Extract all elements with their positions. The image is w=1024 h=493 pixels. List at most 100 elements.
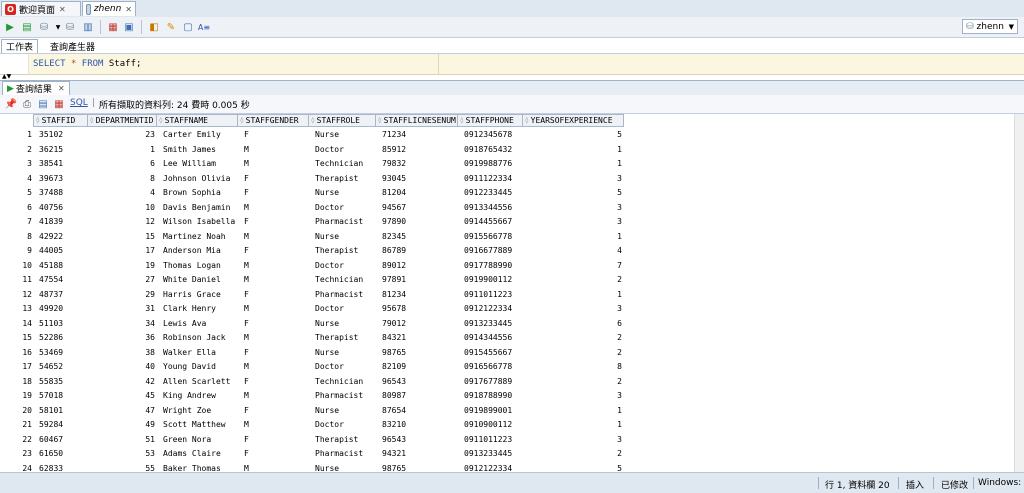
cell-departmentid[interactable]: 45: [92, 389, 157, 404]
close-icon[interactable]: ✕: [58, 84, 65, 93]
row-number[interactable]: 18: [0, 375, 34, 390]
cell-staffphone[interactable]: 0912122334: [462, 302, 523, 317]
cell-staffid[interactable]: 60467: [37, 433, 88, 448]
cell-stafflicnesenum[interactable]: 84321: [380, 331, 458, 346]
row-number[interactable]: 3: [0, 157, 34, 172]
cell-staffrole[interactable]: Pharmacist: [313, 389, 376, 404]
cell-staffphone[interactable]: 0911122334: [462, 172, 523, 187]
column-header-stafflicnesenum[interactable]: ◊ STAFFLICNESENUM: [376, 114, 458, 127]
cell-staffrole[interactable]: Nurse: [313, 186, 376, 201]
cell-yearsofexperience[interactable]: 3: [527, 389, 624, 404]
cell-staffname[interactable]: Baker Thomas: [161, 462, 238, 473]
row-number[interactable]: 15: [0, 331, 34, 346]
cell-departmentid[interactable]: 1: [92, 143, 157, 158]
cell-staffid[interactable]: 36215: [37, 143, 88, 158]
row-number[interactable]: 6: [0, 201, 34, 216]
column-header-yearsofexperience[interactable]: ◊ YEARSOFEXPERIENCE: [523, 114, 624, 127]
cell-staffrole[interactable]: Doctor: [313, 201, 376, 216]
cell-stafflicnesenum[interactable]: 95678: [380, 302, 458, 317]
cell-staffname[interactable]: Harris Grace: [161, 288, 238, 303]
cell-stafflicnesenum[interactable]: 98765: [380, 346, 458, 361]
cell-stafflicnesenum[interactable]: 94567: [380, 201, 458, 216]
cell-staffphone[interactable]: 0914344556: [462, 331, 523, 346]
cell-stafflicnesenum[interactable]: 81234: [380, 288, 458, 303]
connection-select[interactable]: ⛁ zhenn ▼: [962, 19, 1018, 34]
cell-yearsofexperience[interactable]: 3: [527, 215, 624, 230]
cell-departmentid[interactable]: 40: [92, 360, 157, 375]
cell-yearsofexperience[interactable]: 6: [527, 317, 624, 332]
cell-staffrole[interactable]: Technician: [313, 273, 376, 288]
cell-staffrole[interactable]: Doctor: [313, 360, 376, 375]
cell-stafflicnesenum[interactable]: 80987: [380, 389, 458, 404]
cell-staffgender[interactable]: F: [242, 375, 309, 390]
cell-staffname[interactable]: Smith James: [161, 143, 238, 158]
column-header-staffid[interactable]: ◊ STAFFID: [33, 114, 88, 127]
cell-staffid[interactable]: 54652: [37, 360, 88, 375]
cell-staffgender[interactable]: F: [242, 186, 309, 201]
cell-staffrole[interactable]: Nurse: [313, 230, 376, 245]
cell-staffrole[interactable]: Therapist: [313, 172, 376, 187]
cell-staffid[interactable]: 58101: [37, 404, 88, 419]
column-header-staffphone[interactable]: ◊ STAFFPHONE: [458, 114, 523, 127]
cell-yearsofexperience[interactable]: 5: [527, 186, 624, 201]
cell-staffphone[interactable]: 0916566778: [462, 360, 523, 375]
cell-departmentid[interactable]: 49: [92, 418, 157, 433]
cell-staffphone[interactable]: 0913233445: [462, 317, 523, 332]
cell-staffphone[interactable]: 0912233445: [462, 186, 523, 201]
cell-yearsofexperience[interactable]: 2: [527, 273, 624, 288]
row-number[interactable]: 9: [0, 244, 34, 259]
cell-staffgender[interactable]: M: [242, 273, 309, 288]
cell-departmentid[interactable]: 47: [92, 404, 157, 419]
cell-yearsofexperience[interactable]: 7: [527, 259, 624, 274]
cell-departmentid[interactable]: 17: [92, 244, 157, 259]
run-script-icon[interactable]: ▤: [20, 20, 34, 34]
row-number[interactable]: 11: [0, 273, 34, 288]
cell-staffid[interactable]: 37488: [37, 186, 88, 201]
column-header-staffrole[interactable]: ◊ STAFFROLE: [309, 114, 376, 127]
cell-staffname[interactable]: Lewis Ava: [161, 317, 238, 332]
row-number[interactable]: 22: [0, 433, 34, 448]
cell-staffrole[interactable]: Pharmacist: [313, 447, 376, 462]
cell-yearsofexperience[interactable]: 3: [527, 201, 624, 216]
cell-yearsofexperience[interactable]: 5: [527, 128, 624, 143]
cell-staffname[interactable]: Brown Sophia: [161, 186, 238, 201]
cell-yearsofexperience[interactable]: 3: [527, 302, 624, 317]
run-statement-icon[interactable]: ▶: [3, 20, 17, 34]
cell-staffgender[interactable]: M: [242, 230, 309, 245]
refresh-icon[interactable]: ▤: [36, 97, 50, 111]
cell-departmentid[interactable]: 53: [92, 447, 157, 462]
cell-stafflicnesenum[interactable]: 87654: [380, 404, 458, 419]
cell-stafflicnesenum[interactable]: 79832: [380, 157, 458, 172]
row-number[interactable]: 17: [0, 360, 34, 375]
cell-departmentid[interactable]: 38: [92, 346, 157, 361]
row-number[interactable]: 23: [0, 447, 34, 462]
cell-staffphone[interactable]: 0917788990: [462, 259, 523, 274]
cell-stafflicnesenum[interactable]: 81204: [380, 186, 458, 201]
cell-staffid[interactable]: 35102: [37, 128, 88, 143]
cell-stafflicnesenum[interactable]: 71234: [380, 128, 458, 143]
cell-staffname[interactable]: Anderson Mia: [161, 244, 238, 259]
cell-staffid[interactable]: 53469: [37, 346, 88, 361]
cell-staffid[interactable]: 39673: [37, 172, 88, 187]
cell-stafflicnesenum[interactable]: 97890: [380, 215, 458, 230]
row-number[interactable]: 14: [0, 317, 34, 332]
cell-staffphone[interactable]: 0912122334: [462, 462, 523, 473]
row-number[interactable]: 2: [0, 143, 34, 158]
rollback-icon[interactable]: ⛁: [63, 20, 77, 34]
row-number[interactable]: 7: [0, 215, 34, 230]
cell-staffname[interactable]: Martinez Noah: [161, 230, 238, 245]
cell-staffgender[interactable]: F: [242, 215, 309, 230]
cell-departmentid[interactable]: 8: [92, 172, 157, 187]
sql-editor[interactable]: SELECT * FROM Staff;: [0, 54, 1024, 75]
cell-staffrole[interactable]: Nurse: [313, 346, 376, 361]
cell-staffid[interactable]: 49920: [37, 302, 88, 317]
cell-staffgender[interactable]: F: [242, 288, 309, 303]
tab-worksheet[interactable]: 工作表: [1, 39, 39, 53]
column-header-staffname[interactable]: ◊ STAFFNAME: [157, 114, 238, 127]
row-number[interactable]: 20: [0, 404, 34, 419]
cell-departmentid[interactable]: 27: [92, 273, 157, 288]
row-number[interactable]: 8: [0, 230, 34, 245]
cell-staffrole[interactable]: Therapist: [313, 244, 376, 259]
column-header-departmentid[interactable]: ◊ DEPARTMENTID: [88, 114, 157, 127]
cell-stafflicnesenum[interactable]: 94321: [380, 447, 458, 462]
